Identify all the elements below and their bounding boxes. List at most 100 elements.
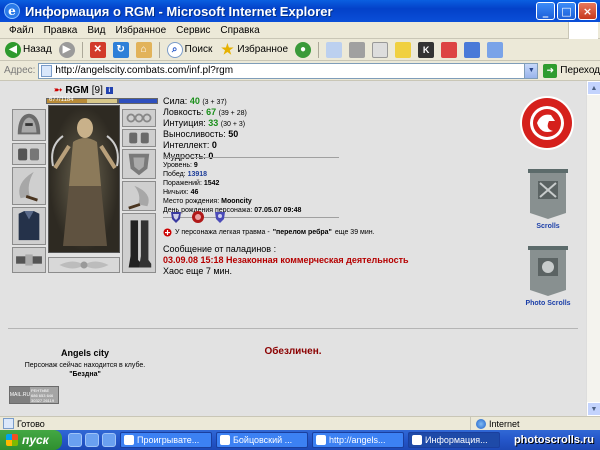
search-button[interactable]: ⌕ Поиск <box>165 41 215 58</box>
browser-icon <box>412 435 422 445</box>
gloves-slot[interactable] <box>122 129 156 147</box>
helmet-slot[interactable] <box>12 109 46 141</box>
mail-button[interactable] <box>324 41 344 58</box>
page-done-icon <box>3 418 14 429</box>
k-icon: K <box>418 41 435 58</box>
badge-crest-icon[interactable] <box>213 210 227 224</box>
character-portrait <box>48 105 120 253</box>
quicklaunch-media-icon[interactable] <box>102 433 116 447</box>
info-value: Mooncity <box>221 198 252 205</box>
forward-button[interactable]: ▶ <box>57 41 77 58</box>
menu-edit[interactable]: Правка <box>39 25 83 36</box>
counter-values: PEHTbBE 686 653 646 30327 26119 <box>30 387 58 403</box>
scrolls-link[interactable]: Scrolls <box>520 169 576 230</box>
status-zone: Internet <box>470 417 520 430</box>
info-label: Побед: <box>163 171 186 178</box>
stat-label: Выносливость: <box>163 129 226 139</box>
back-button[interactable]: ◀ Назад <box>3 41 54 58</box>
menu-file[interactable]: Файл <box>4 25 39 36</box>
menu-tools[interactable]: Сервис <box>171 25 215 36</box>
info-label: Место рождения: <box>163 198 220 205</box>
quicklaunch-desktop-icon[interactable] <box>68 433 82 447</box>
belt-slot[interactable] <box>12 247 46 273</box>
weapon-right-slot[interactable] <box>122 181 156 211</box>
info-icon[interactable]: i <box>105 87 113 94</box>
minimize-button[interactable]: _ <box>536 2 555 20</box>
home-button[interactable]: ⌂ <box>134 41 154 58</box>
stat-value: 0 <box>211 140 217 150</box>
task-media-player[interactable]: Проигрывате... <box>120 432 212 448</box>
close-button[interactable]: × <box>578 2 597 20</box>
menu-help[interactable]: Справка <box>215 25 264 36</box>
note-icon <box>395 41 412 58</box>
status-text: Готово <box>17 418 45 429</box>
club-text: Персонаж сейчас находится в клубе. <box>24 362 146 369</box>
scroll-down-button[interactable]: ▼ <box>587 402 600 416</box>
stats-divider <box>163 157 339 158</box>
stat-value: 40 <box>189 96 200 106</box>
printer-icon <box>349 41 366 58</box>
info-row: Побед: 13918 <box>163 170 363 179</box>
people-button[interactable] <box>485 41 505 58</box>
go-button[interactable]: ➜ Переход <box>543 63 600 78</box>
edit-page-icon <box>372 41 389 58</box>
forward-arrow-icon: ▶ <box>58 41 75 58</box>
address-input[interactable]: http://angelscity.combats.com/inf.pl?rgm <box>38 62 526 79</box>
status-bar: Готово Internet <box>0 416 600 430</box>
trauma-notice: У персонажа легкая травма - "перелом реб… <box>163 228 375 237</box>
star-icon: ★ <box>221 41 234 57</box>
info-label: Уровень: <box>163 162 192 169</box>
maximize-button[interactable]: □ <box>557 2 576 20</box>
address-dropdown-button[interactable]: ▼ <box>524 62 539 79</box>
windows-flag-icon <box>568 22 598 39</box>
task-label: Проигрывате... <box>137 435 200 445</box>
injury-icon <box>163 228 172 237</box>
paladin-message: Сообщение от паладинов : 03.09.08 15:18 … <box>163 244 423 277</box>
chaos-text: Хаос еще 7 мин. <box>163 266 233 276</box>
boots-slot[interactable] <box>122 213 156 273</box>
print-button[interactable] <box>347 41 367 58</box>
menu-view[interactable]: Вид <box>82 25 110 36</box>
menu-favorites[interactable]: Избранное <box>110 25 171 36</box>
edit-button[interactable] <box>370 41 390 58</box>
character-header: ➵ RGM [9] i <box>54 85 113 96</box>
stat-row: Сила: 40 (3 + 37) <box>163 96 343 107</box>
photo-scrolls-link[interactable]: Photo Scrolls <box>520 246 576 307</box>
refresh-button[interactable]: ↻ <box>111 41 131 58</box>
badge-gear-icon[interactable] <box>191 210 205 224</box>
shield-slot[interactable] <box>122 149 156 179</box>
info-label: Ничьих: <box>163 189 189 196</box>
counter-brand: MAIL.RU <box>10 387 30 403</box>
armor-slot[interactable] <box>12 207 46 245</box>
scrolls-label: Scrolls <box>536 223 560 230</box>
people-icon <box>487 41 504 58</box>
chart-button[interactable] <box>462 41 482 58</box>
stat-row: Ловкость: 67 (39 + 28) <box>163 107 343 118</box>
photo-scrolls-banner-icon <box>528 246 568 296</box>
stat-row: Интеллект: 0 <box>163 140 343 151</box>
start-button[interactable]: пуск <box>0 430 62 450</box>
rings-slot[interactable] <box>122 109 156 127</box>
stop-button[interactable]: ✕ <box>88 41 108 58</box>
vertical-scrollbar[interactable]: ▲ ▼ <box>586 81 600 416</box>
stat-row: Выносливость: 50 <box>163 129 343 140</box>
home-icon: ⌂ <box>135 41 152 58</box>
badge-shield-icon[interactable] <box>169 210 183 224</box>
quicklaunch-ie-icon[interactable] <box>85 433 99 447</box>
task-angels-city[interactable]: http://angels... <box>312 432 404 448</box>
messenger-button[interactable] <box>439 41 459 58</box>
discuss-button[interactable] <box>393 41 413 58</box>
task-info-window[interactable]: Информация... <box>408 432 500 448</box>
favorites-button[interactable]: ★ Избранное <box>217 41 290 58</box>
scroll-up-button[interactable]: ▲ <box>587 81 600 95</box>
bracers-slot[interactable] <box>12 143 46 165</box>
clan-arrow-icon: ➵ <box>54 85 63 96</box>
info-row: Место рождения: Mooncity <box>163 197 363 206</box>
info-row: Уровень: 9 <box>163 161 363 170</box>
visitor-counter[interactable]: MAIL.RU PEHTbBE 686 653 646 30327 26119 <box>9 386 59 404</box>
clan-logo-icon[interactable] <box>519 95 575 151</box>
weapon-left-slot[interactable] <box>12 167 46 205</box>
k-button[interactable]: K <box>416 41 436 58</box>
media-button[interactable]: ● <box>293 41 313 58</box>
task-fight-club[interactable]: Бойцовский ... <box>216 432 308 448</box>
